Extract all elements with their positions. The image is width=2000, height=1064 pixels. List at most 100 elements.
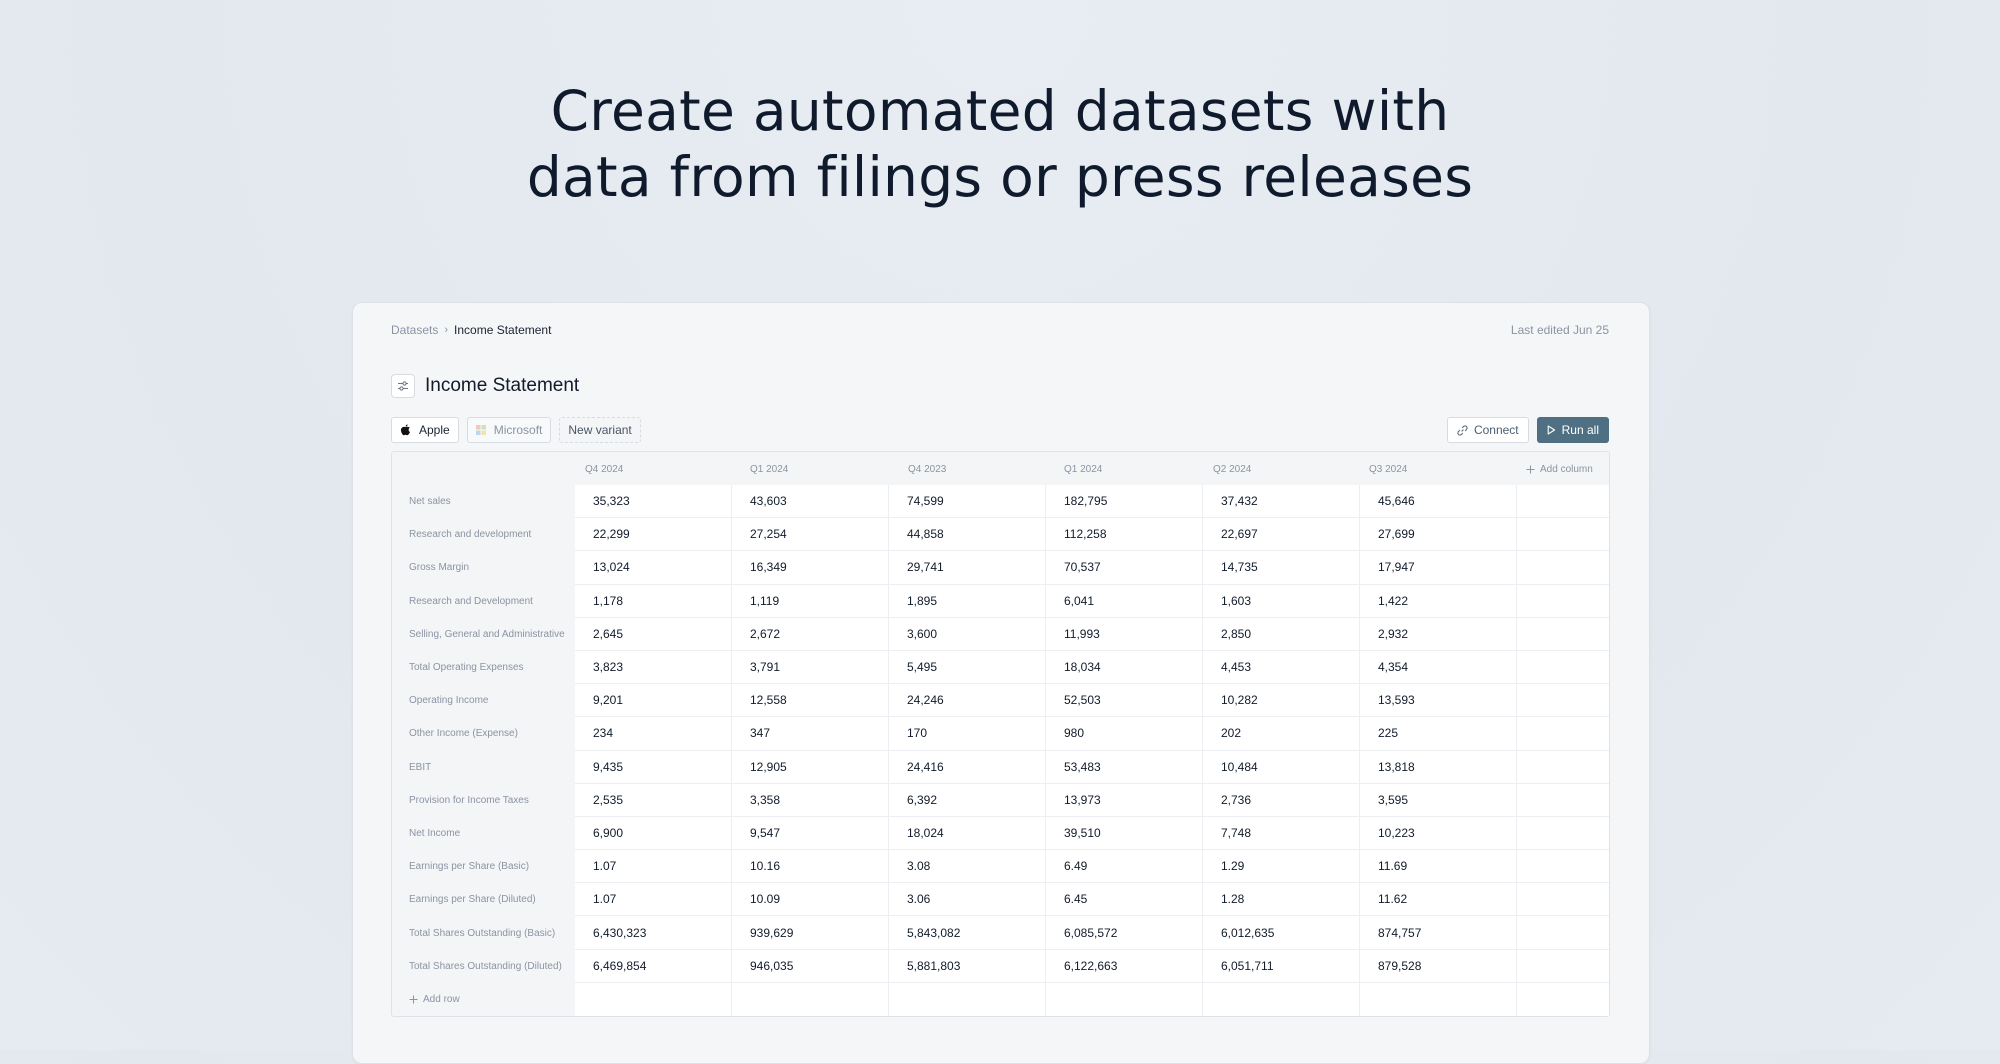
table-cell[interactable]: 3,358	[732, 783, 889, 816]
table-cell[interactable]: 874,757	[1360, 916, 1517, 949]
table-cell[interactable]: 13,818	[1360, 750, 1517, 783]
table-cell[interactable]: 5,881,803	[889, 949, 1046, 982]
table-cell[interactable]: 225	[1360, 717, 1517, 750]
table-cell[interactable]: 18,034	[1046, 650, 1203, 684]
row-label[interactable]: Gross Margin	[392, 551, 575, 584]
table-cell[interactable]: 13,973	[1046, 783, 1203, 816]
table-cell[interactable]: 3,823	[575, 650, 732, 684]
table-cell[interactable]: 234	[575, 717, 732, 750]
empty-cell[interactable]	[1517, 717, 1609, 749]
table-cell[interactable]: 6,085,572	[1046, 916, 1203, 949]
row-label[interactable]: Provision for Income Taxes	[392, 784, 575, 817]
table-cell[interactable]: 17,947	[1360, 551, 1517, 584]
table-cell[interactable]: 3.06	[889, 883, 1046, 916]
row-label[interactable]: EBIT	[392, 751, 575, 784]
table-cell[interactable]: 13,024	[575, 551, 732, 584]
table-cell[interactable]: 2,736	[1203, 783, 1360, 816]
table-cell[interactable]: 1.07	[575, 850, 732, 883]
empty-cell[interactable]	[1517, 684, 1609, 716]
table-cell[interactable]: 1.28	[1203, 883, 1360, 916]
table-cell[interactable]: 946,035	[732, 949, 889, 982]
table-cell[interactable]: 16,349	[732, 551, 889, 584]
table-cell[interactable]: 1.29	[1203, 850, 1360, 883]
table-cell[interactable]: 1,119	[732, 584, 889, 617]
empty-cell[interactable]	[1517, 784, 1609, 816]
table-cell[interactable]: 37,432	[1203, 485, 1360, 518]
table-cell[interactable]: 27,699	[1360, 518, 1517, 551]
table-cell[interactable]: 14,735	[1203, 551, 1360, 584]
table-cell[interactable]: 43,603	[732, 485, 889, 518]
row-label[interactable]: Earnings per Share (Basic)	[392, 850, 575, 883]
table-cell[interactable]: 1.07	[575, 883, 732, 916]
table-cell[interactable]: 170	[889, 717, 1046, 750]
table-cell[interactable]: 9,435	[575, 750, 732, 783]
table-cell[interactable]: 2,535	[575, 783, 732, 816]
add-row-button[interactable]: Add row	[392, 983, 575, 1016]
row-label[interactable]: Total Operating Expenses	[392, 651, 575, 684]
table-cell[interactable]: 5,495	[889, 650, 1046, 684]
table-cell[interactable]: 10.16	[732, 850, 889, 883]
table-cell[interactable]: 6,122,663	[1046, 949, 1203, 982]
table-cell[interactable]: 44,858	[889, 518, 1046, 551]
table-cell[interactable]: 7,748	[1203, 816, 1360, 850]
table-cell[interactable]: 6,430,323	[575, 916, 732, 949]
table-cell[interactable]: 10,282	[1203, 684, 1360, 717]
empty-cell[interactable]	[1517, 850, 1609, 882]
table-cell[interactable]: 27,254	[732, 518, 889, 551]
column-header[interactable]: Q4 2023	[908, 464, 946, 475]
table-cell[interactable]: 29,741	[889, 551, 1046, 584]
empty-cell[interactable]	[1517, 518, 1609, 550]
add-column-button[interactable]: Add column	[1526, 464, 1593, 475]
empty-cell[interactable]	[1517, 485, 1609, 517]
row-label[interactable]: Selling, General and Administrative	[392, 618, 575, 651]
table-cell[interactable]: 6.49	[1046, 850, 1203, 883]
table-cell[interactable]: 3,791	[732, 650, 889, 684]
empty-cell[interactable]	[1517, 883, 1609, 915]
table-cell[interactable]: 6,012,635	[1203, 916, 1360, 949]
table-cell[interactable]: 6,469,854	[575, 949, 732, 982]
table-cell[interactable]: 24,246	[889, 684, 1046, 717]
table-cell[interactable]: 6,900	[575, 816, 732, 850]
empty-cell[interactable]	[1517, 817, 1609, 849]
column-header[interactable]: Q1 2024	[1064, 464, 1102, 475]
table-cell[interactable]: 2,645	[575, 617, 732, 650]
table-cell[interactable]: 879,528	[1360, 949, 1517, 982]
table-cell[interactable]: 74,599	[889, 485, 1046, 518]
table-cell[interactable]: 24,416	[889, 750, 1046, 783]
sliders-icon[interactable]	[391, 374, 415, 398]
column-header[interactable]: Q4 2024	[585, 464, 623, 475]
table-cell[interactable]: 35,323	[575, 485, 732, 518]
tab-microsoft[interactable]: Microsoft	[466, 417, 552, 443]
table-cell[interactable]: 980	[1046, 717, 1203, 750]
empty-cell[interactable]	[1203, 982, 1360, 1016]
empty-cell[interactable]	[1517, 651, 1609, 683]
column-header[interactable]: Q3 2024	[1369, 464, 1407, 475]
row-label[interactable]: Total Shares Outstanding (Diluted)	[392, 950, 575, 983]
empty-cell[interactable]	[1517, 751, 1609, 783]
table-cell[interactable]: 45,646	[1360, 485, 1517, 518]
table-cell[interactable]: 202	[1203, 717, 1360, 750]
table-cell[interactable]: 10,223	[1360, 816, 1517, 850]
table-cell[interactable]: 1,895	[889, 584, 1046, 617]
table-cell[interactable]: 347	[732, 717, 889, 750]
table-cell[interactable]: 12,558	[732, 684, 889, 717]
connect-button[interactable]: Connect	[1446, 417, 1529, 443]
table-cell[interactable]: 1,603	[1203, 584, 1360, 617]
run-all-button[interactable]: Run all	[1536, 417, 1609, 443]
row-label[interactable]: Net sales	[392, 485, 575, 518]
table-cell[interactable]: 112,258	[1046, 518, 1203, 551]
table-cell[interactable]: 22,697	[1203, 518, 1360, 551]
table-cell[interactable]: 4,453	[1203, 650, 1360, 684]
empty-cell[interactable]	[732, 982, 889, 1016]
table-cell[interactable]: 6,041	[1046, 584, 1203, 617]
table-cell[interactable]: 22,299	[575, 518, 732, 551]
empty-cell[interactable]	[1360, 982, 1517, 1016]
table-cell[interactable]: 10.09	[732, 883, 889, 916]
table-cell[interactable]: 3,595	[1360, 783, 1517, 816]
empty-cell[interactable]	[1517, 618, 1609, 650]
row-label[interactable]: Other Income (Expense)	[392, 717, 575, 750]
table-cell[interactable]: 11,993	[1046, 617, 1203, 650]
table-cell[interactable]: 39,510	[1046, 816, 1203, 850]
empty-cell[interactable]	[889, 982, 1046, 1016]
table-cell[interactable]: 11.69	[1360, 850, 1517, 883]
